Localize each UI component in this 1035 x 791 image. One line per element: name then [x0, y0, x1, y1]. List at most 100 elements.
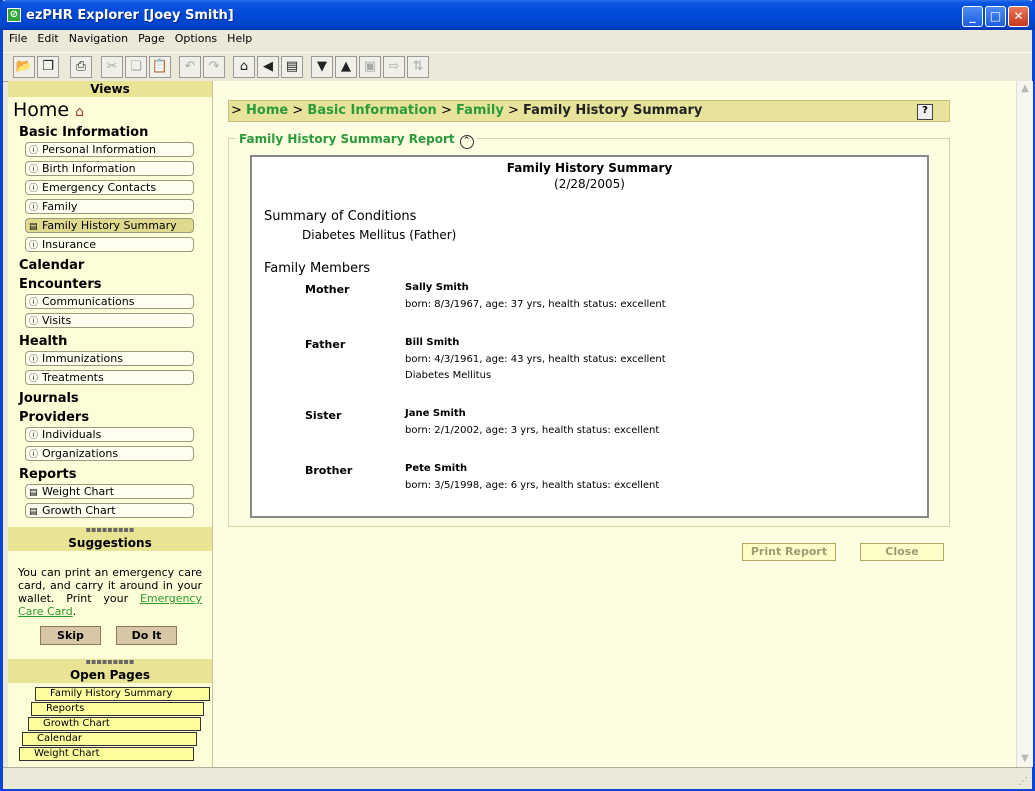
skip-button[interactable]: Skip [40, 626, 101, 645]
member-details: born: 3/5/1998, age: 6 yrs, health statu… [405, 480, 660, 491]
views-header: Views [8, 81, 212, 97]
sidebar-item-growth-chart[interactable]: ▤ Growth Chart [25, 503, 194, 518]
sidebar-item-family-history-summary[interactable]: ▤ Family History Summary [25, 218, 194, 233]
menu-navigation[interactable]: Navigation [65, 30, 132, 48]
member-name: Pete Smith [405, 463, 468, 474]
open-page-growth-chart[interactable]: Growth Chart [28, 717, 201, 731]
collapse-icon[interactable]: ⌃ [459, 135, 474, 149]
print-icon[interactable]: ⎙ [70, 56, 92, 78]
disk-icon[interactable]: ▣ [359, 56, 381, 78]
member-condition: Diabetes Mellitus [405, 370, 492, 381]
suggestions-header: Suggestions [8, 535, 212, 551]
close-button[interactable]: Close [860, 543, 944, 561]
member-name: Sally Smith [405, 282, 469, 293]
sidebar-item-label: Personal Information [42, 143, 156, 156]
upload-icon[interactable]: ▲ [335, 56, 357, 78]
sync-icon[interactable]: ⇅ [407, 56, 429, 78]
info-icon: ⓘ [29, 450, 39, 460]
sidebar-item-family[interactable]: ⓘ Family [25, 199, 194, 214]
toolbar: 📂 ❐ ⎙ ✂ ❏ 📋 ↶ ↷ ⌂ ◀ ▤ ▼ ▲ ▣ ⇨ ⇅ [3, 52, 1032, 82]
member-relation: Mother [305, 283, 350, 296]
member-relation: Brother [305, 464, 353, 477]
vertical-scrollbar[interactable]: ▲ ▼ [1016, 81, 1033, 767]
member-name: Jane Smith [405, 408, 466, 419]
save-down-icon[interactable]: ▼ [311, 56, 333, 78]
house-icon: ⌂ [75, 104, 85, 120]
sidebar-item-visits[interactable]: ⓘ Visits [25, 313, 194, 328]
report-date: (2/28/2005) [554, 177, 625, 191]
undo-icon[interactable]: ↶ [179, 56, 201, 78]
cut-icon[interactable]: ✂ [101, 56, 123, 78]
home-link[interactable]: Home ⌂ [8, 97, 212, 123]
print-report-button[interactable]: Print Report [742, 543, 836, 561]
open-page-calendar[interactable]: Calendar [22, 732, 197, 746]
member-name: Bill Smith [405, 337, 460, 348]
category-encounters[interactable]: Encounters [8, 275, 212, 294]
sidebar-item-label: Communications [42, 295, 135, 308]
title-bar[interactable]: ⊘ ezPHR Explorer [Joey Smith] _ □ ✕ [0, 0, 1035, 30]
home-label: Home [13, 99, 70, 121]
breadcrumb-current: Family History Summary [523, 103, 703, 118]
maximize-button[interactable]: □ [985, 6, 1006, 27]
folder-icon[interactable]: ▤ [281, 56, 303, 78]
category-calendar[interactable]: Calendar [8, 256, 212, 275]
category-reports[interactable]: Reports [8, 465, 212, 484]
category-providers[interactable]: Providers [8, 408, 212, 427]
help-icon[interactable]: ? [917, 104, 933, 120]
open-page-weight-chart[interactable]: Weight Chart [19, 747, 194, 761]
sidebar-item-communications[interactable]: ⓘ Communications [25, 294, 194, 309]
category-health[interactable]: Health [8, 332, 212, 351]
menu-help[interactable]: Help [223, 30, 256, 48]
member-details: born: 8/3/1967, age: 37 yrs, health stat… [405, 299, 666, 310]
sidebar-item-weight-chart[interactable]: ▤ Weight Chart [25, 484, 194, 499]
category-basic-information[interactable]: Basic Information [8, 123, 212, 142]
sidebar-item-insurance[interactable]: ⓘ Insurance [25, 237, 194, 252]
scroll-down-icon[interactable]: ▼ [1017, 751, 1033, 767]
export-icon[interactable]: ⇨ [383, 56, 405, 78]
report-legend: Family History Summary Report ⌃ [236, 132, 477, 149]
sidebar-item-label: Individuals [42, 428, 102, 441]
sidebar-item-organizations[interactable]: ⓘ Organizations [25, 446, 194, 461]
breadcrumb-home[interactable]: Home [246, 103, 288, 118]
copy-pages-icon[interactable]: ❐ [37, 56, 59, 78]
sidebar-item-individuals[interactable]: ⓘ Individuals [25, 427, 194, 442]
copy-icon[interactable]: ❏ [125, 56, 147, 78]
info-icon: ⓘ [29, 165, 39, 175]
sidebar-item-label: Family [42, 200, 78, 213]
scroll-up-icon[interactable]: ▲ [1017, 81, 1033, 97]
close-window-button[interactable]: ✕ [1008, 6, 1029, 27]
condition-item: Diabetes Mellitus (Father) [302, 228, 457, 242]
sidebar-item-emergency-contacts[interactable]: ⓘ Emergency Contacts [25, 180, 194, 195]
report-icon: ▤ [29, 488, 38, 498]
back-arrow-icon[interactable]: ◀ [257, 56, 279, 78]
sidebar-item-label: Insurance [42, 238, 96, 251]
menu-edit[interactable]: Edit [33, 30, 62, 48]
minimize-button[interactable]: _ [962, 6, 983, 27]
do-it-button[interactable]: Do It [116, 626, 177, 645]
open-pages-grip[interactable]: ▪▪▪▪▪▪▪▪▪ [8, 658, 212, 667]
menu-page[interactable]: Page [134, 30, 169, 48]
redo-icon[interactable]: ↷ [203, 56, 225, 78]
info-icon: ⓘ [29, 355, 39, 365]
sidebar-item-personal-information[interactable]: ⓘ Personal Information [25, 142, 194, 157]
open-folder-icon[interactable]: 📂 [13, 56, 35, 78]
sidebar-item-immunizations[interactable]: ⓘ Immunizations [25, 351, 194, 366]
category-journals[interactable]: Journals [8, 389, 212, 408]
member-details: born: 4/3/1961, age: 43 yrs, health stat… [405, 354, 666, 365]
suggestions-grip[interactable]: ▪▪▪▪▪▪▪▪▪ [8, 526, 212, 535]
open-page-reports[interactable]: Reports [31, 702, 204, 716]
sidebar-item-label: Birth Information [42, 162, 136, 175]
sidebar-item-birth-information[interactable]: ⓘ Birth Information [25, 161, 194, 176]
open-page-family-history-summary[interactable]: Family History Summary [35, 687, 210, 701]
paste-icon[interactable]: 📋 [149, 56, 171, 78]
menu-options[interactable]: Options [171, 30, 221, 48]
info-icon: ⓘ [29, 374, 39, 384]
breadcrumb-family[interactable]: Family [456, 103, 504, 118]
report-panel: Family History Summary (2/28/2005) Summa… [250, 155, 929, 518]
main-content: > Home > Basic Information > Family > Fa… [213, 81, 1016, 767]
home-icon[interactable]: ⌂ [233, 56, 255, 78]
breadcrumb-basic-information[interactable]: Basic Information [307, 103, 436, 118]
resize-grip-icon[interactable]: ⋰ [1018, 776, 1028, 787]
menu-file[interactable]: File [5, 30, 31, 48]
sidebar-item-treatments[interactable]: ⓘ Treatments [25, 370, 194, 385]
